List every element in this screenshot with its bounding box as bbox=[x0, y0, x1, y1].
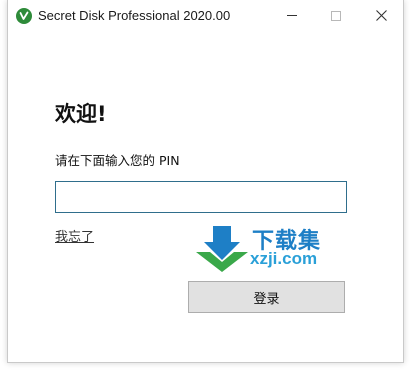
watermark-text-brand: 下载集 bbox=[252, 229, 322, 254]
welcome-heading: 欢迎! bbox=[55, 102, 107, 126]
watermark-download-icon bbox=[196, 226, 248, 272]
secret-disk-app-icon bbox=[16, 8, 32, 24]
watermark-logo: 下载集 xzji.com bbox=[194, 222, 344, 274]
minimize-icon bbox=[287, 15, 297, 16]
maximize-button[interactable] bbox=[314, 0, 358, 31]
pin-prompt-label: 请在下面输入您的 PIN bbox=[55, 153, 180, 168]
pin-input[interactable] bbox=[55, 181, 347, 213]
forgot-pin-link[interactable]: 我忘了 bbox=[55, 226, 94, 245]
login-button[interactable]: 登录 bbox=[188, 281, 345, 313]
maximize-icon bbox=[331, 10, 341, 21]
title-bar[interactable]: Secret Disk Professional 2020.00 bbox=[8, 0, 403, 31]
watermark-text-domain: xzji.com bbox=[250, 249, 318, 268]
window-title: Secret Disk Professional 2020.00 bbox=[38, 8, 231, 23]
minimize-button[interactable] bbox=[270, 0, 314, 31]
close-icon bbox=[375, 10, 387, 21]
app-window: Secret Disk Professional 2020.00 欢迎! 请在下… bbox=[7, 0, 404, 363]
close-button[interactable] bbox=[359, 0, 403, 31]
